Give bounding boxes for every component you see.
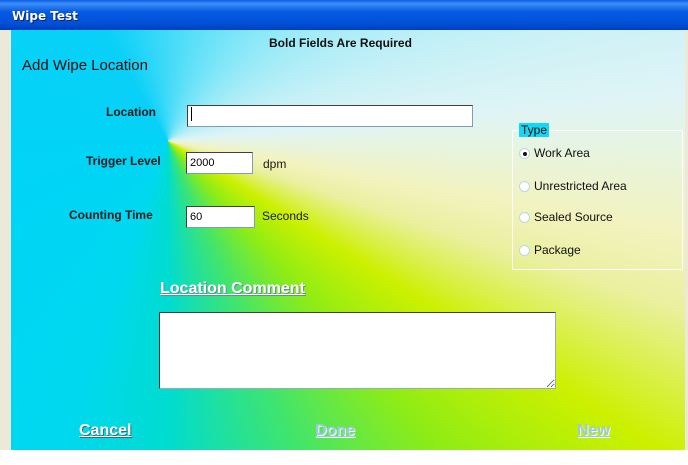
counting-time-unit: Seconds (262, 209, 309, 223)
new-button[interactable]: New (577, 422, 610, 440)
location-input[interactable] (187, 105, 473, 127)
window-bottom-edge (0, 450, 688, 465)
radio-label: Package (534, 243, 581, 257)
radio-work-area[interactable]: Work Area (519, 146, 590, 160)
location-comment-heading: Location Comment (160, 280, 305, 297)
location-label: Location (106, 105, 156, 119)
radio-sealed-source[interactable]: Sealed Source (519, 210, 613, 224)
radio-button[interactable] (519, 211, 530, 223)
radio-package[interactable]: Package (519, 243, 581, 257)
radio-button[interactable] (519, 180, 530, 192)
form-panel: Bold Fields Are Required Add Wipe Locati… (11, 30, 685, 450)
radio-button[interactable] (519, 244, 530, 256)
required-fields-note: Bold Fields Are Required (269, 36, 412, 50)
trigger-level-label: Trigger Level (86, 154, 161, 168)
form-title: Add Wipe Location (22, 57, 148, 74)
radio-label: Sealed Source (534, 210, 613, 224)
trigger-level-unit: dpm (263, 157, 287, 171)
radio-label: Work Area (534, 146, 590, 160)
trigger-level-input[interactable] (186, 152, 253, 174)
location-comment-textarea[interactable] (159, 312, 556, 389)
cancel-button[interactable]: Cancel (79, 422, 131, 440)
radio-button[interactable] (519, 147, 530, 159)
type-group-legend: Type (519, 123, 550, 137)
wipe-test-window: Wipe Test Bold Fields Are Required Add W… (0, 0, 688, 465)
window-title: Wipe Test (12, 9, 78, 23)
radio-unrestricted-area[interactable]: Unrestricted Area (519, 179, 627, 193)
radio-label: Unrestricted Area (534, 179, 627, 193)
counting-time-label: Counting Time (69, 208, 153, 222)
title-bar[interactable]: Wipe Test (0, 0, 688, 30)
done-button[interactable]: Done (315, 422, 355, 440)
text-caret (191, 107, 192, 121)
counting-time-input[interactable] (186, 206, 255, 228)
